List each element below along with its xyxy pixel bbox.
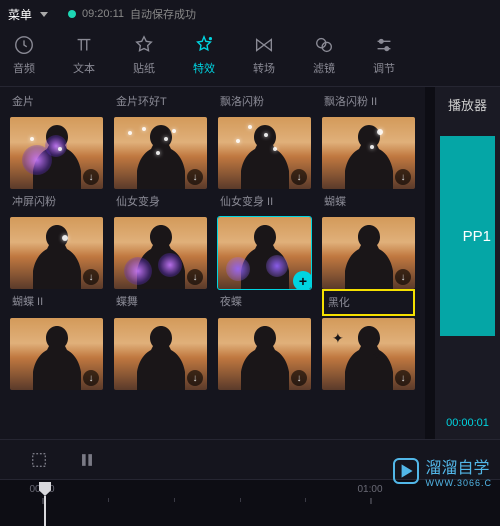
effect-thumb[interactable]: ✦ ✦ ↓ [322, 318, 415, 390]
effect-label: 飘洛闪粉 [218, 91, 311, 115]
split-tool-icon[interactable] [78, 451, 96, 469]
effect-thumb-selected[interactable]: + [218, 217, 311, 289]
download-icon[interactable]: ↓ [187, 169, 203, 185]
tab-effects[interactable]: 特效 [184, 34, 224, 76]
tab-audio[interactable]: 音频 [4, 34, 44, 76]
download-icon[interactable]: ↓ [83, 370, 99, 386]
effect-thumb[interactable]: ↓ [114, 318, 207, 390]
effect-thumb[interactable]: ↓ [218, 318, 311, 390]
text-icon [73, 34, 95, 56]
download-icon[interactable]: ↓ [187, 370, 203, 386]
effect-label: 仙女变身 II [218, 191, 311, 215]
download-icon[interactable]: ↓ [291, 370, 307, 386]
chevron-down-icon[interactable] [40, 12, 48, 17]
effect-thumb[interactable]: ↓ [10, 117, 103, 189]
effect-label: 冲屏闪粉 [10, 191, 103, 215]
effect-label: 仙女变身 [114, 191, 207, 215]
star-icon [133, 34, 155, 56]
overlap-icon [313, 34, 335, 56]
selection-tool-icon[interactable] [30, 451, 48, 469]
preview-title: 播放器 [435, 87, 500, 122]
effect-label: 金片环好T [114, 91, 207, 115]
sparkle-star-icon [193, 34, 215, 56]
category-tabs: 音频 文本 贴纸 特效 转场 滤镜 调节 [0, 28, 500, 87]
bowtie-icon [253, 34, 275, 56]
effect-label: 金片 [10, 91, 103, 115]
effect-thumb[interactable]: ↓ [218, 117, 311, 189]
effect-label: 蝶舞 [114, 291, 207, 316]
autosave-status: 09:20:11 自动保存成功 [68, 6, 196, 22]
playhead[interactable] [38, 482, 52, 526]
effect-label-highlighted: 黑化 [322, 289, 415, 316]
effect-thumb[interactable]: ↓ [322, 117, 415, 189]
preview-timecode: 00:00:01 [446, 417, 489, 429]
watermark: 溜溜自学 WWW.3066.C [393, 454, 492, 488]
effect-label: 蝴蝶 II [10, 291, 103, 316]
status-dot-icon [68, 10, 76, 18]
effect-label: 蝴蝶 [322, 191, 415, 215]
download-icon[interactable]: ↓ [291, 169, 307, 185]
effect-thumb[interactable]: ↓ [114, 117, 207, 189]
effect-label: 飘洛闪粉 II [322, 91, 415, 115]
effect-thumb[interactable]: ↓ [322, 217, 415, 289]
preview-canvas[interactable]: PP1 [440, 136, 495, 336]
add-effect-icon[interactable]: + [293, 271, 311, 289]
effect-thumb[interactable]: ↓ [10, 217, 103, 289]
download-icon[interactable]: ↓ [83, 269, 99, 285]
tab-transition[interactable]: 转场 [244, 34, 284, 76]
tab-filter[interactable]: 滤镜 [304, 34, 344, 76]
ruler-tick: 01:00 [357, 484, 382, 495]
effect-thumb[interactable]: ↓ [114, 217, 207, 289]
autosave-time: 09:20:11 [82, 8, 124, 20]
effect-thumb[interactable]: ↓ [10, 318, 103, 390]
download-icon[interactable]: ↓ [187, 269, 203, 285]
preview-panel: 播放器 PP1 00:00:01 [435, 87, 500, 439]
menu-label[interactable]: 菜单 [8, 6, 32, 23]
download-icon[interactable]: ↓ [395, 370, 411, 386]
tab-sticker[interactable]: 贴纸 [124, 34, 164, 76]
clock-icon [13, 34, 35, 56]
sliders-icon [373, 34, 395, 56]
tab-text[interactable]: 文本 [64, 34, 104, 76]
tab-adjust[interactable]: 调节 [364, 34, 404, 76]
effect-label: 夜蝶 [218, 291, 311, 316]
download-icon[interactable]: ↓ [395, 169, 411, 185]
watermark-logo-icon [393, 458, 419, 484]
download-icon[interactable]: ↓ [83, 169, 99, 185]
download-icon[interactable]: ↓ [395, 269, 411, 285]
autosave-text: 自动保存成功 [130, 6, 196, 22]
effects-grid: 金片 金片环好T 飘洛闪粉 飘洛闪粉 II ↓ ↓ [0, 87, 425, 439]
